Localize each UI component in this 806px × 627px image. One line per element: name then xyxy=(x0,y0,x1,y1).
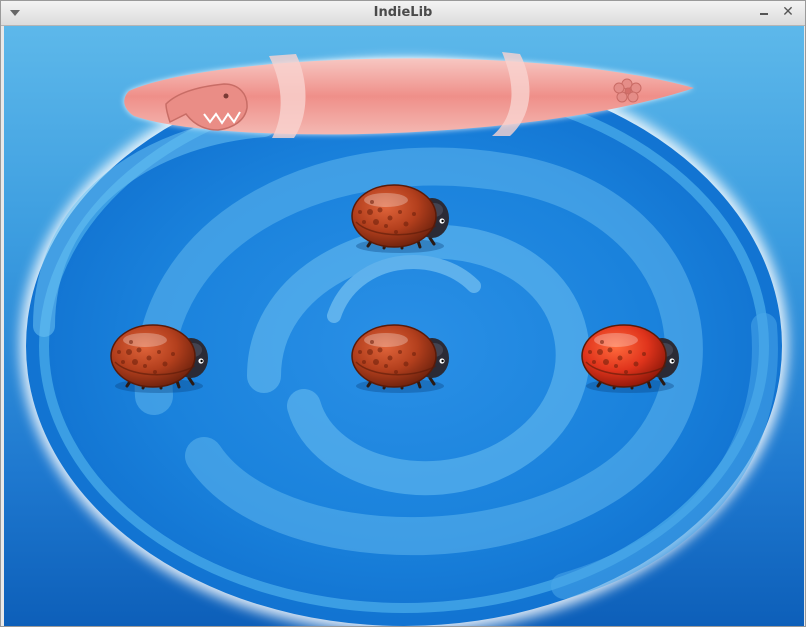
window-title: IndieLib xyxy=(373,5,433,20)
minimize-button[interactable] xyxy=(757,6,771,20)
close-button[interactable]: ✕ xyxy=(781,5,795,19)
title-bar[interactable]: IndieLib ✕ xyxy=(1,1,805,26)
app-window: IndieLib ✕ xyxy=(0,0,806,627)
game-scene xyxy=(20,52,788,626)
game-canvas[interactable] xyxy=(4,26,804,626)
